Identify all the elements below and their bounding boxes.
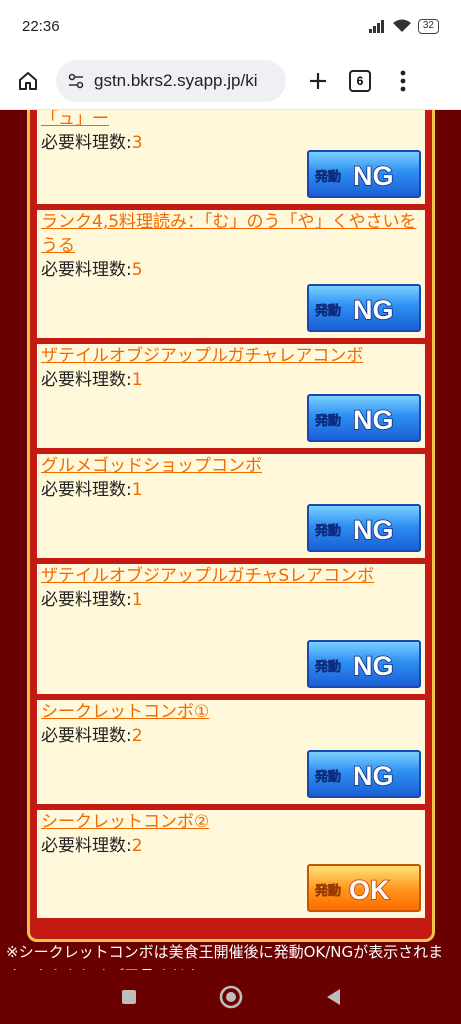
activation-ng-badge: 発動 NG — [307, 640, 421, 688]
activation-ng-badge: 発動 NG — [307, 284, 421, 332]
badge-status-text: NG — [353, 761, 394, 791]
badge-graphic: 発動 NG — [314, 514, 395, 546]
combo-list-frame: 「ュ」ー 必要料理数:3 発動 NG ランク4,5料理読み：「む」のう「や」くやさいをう… — [27, 110, 435, 942]
required-dish-label: 必要料理数: — [41, 480, 132, 500]
status-icons: 32 — [368, 18, 439, 34]
badge-status-text: NG — [353, 651, 394, 681]
badge-prefix-text: 発動 — [314, 523, 341, 539]
combo-card: シークレットコンボ① 必要料理数:2 発動 NG — [35, 698, 427, 806]
badge-prefix-text: 発動 — [314, 769, 341, 785]
site-settings-icon[interactable] — [66, 71, 86, 91]
browser-toolbar: gstn.bkrs2.syapp.jp/ki 6 — [0, 52, 461, 110]
badge-prefix-text: 発動 — [314, 413, 341, 429]
wifi-icon — [392, 19, 411, 32]
badge-status-text: NG — [353, 295, 394, 325]
badge-graphic: 発動 NG — [314, 404, 395, 436]
badge-prefix-text: 発動 — [314, 169, 341, 185]
status-bar: 22:36 32 — [0, 0, 461, 52]
required-dish-count: 必要料理数:2 — [37, 724, 425, 748]
combo-title-link[interactable]: シークレットコンボ① — [37, 700, 425, 724]
required-dish-number: 5 — [131, 260, 143, 280]
plus-icon — [310, 72, 326, 89]
required-dish-number: 1 — [131, 370, 143, 390]
secret-combo-note: ※シークレットコンボは美食王開催後に発動OK/NGが表示されます。あらかじめご了… — [6, 943, 444, 970]
combo-title-link[interactable]: ザテイルオブジアップルガチャSレアコンボ — [37, 564, 425, 588]
required-dish-label: 必要料理数: — [41, 836, 132, 856]
required-dish-count: 必要料理数:1 — [37, 478, 425, 502]
badge-prefix-text: 発動 — [314, 303, 341, 319]
combo-title-link[interactable]: 「ュ」ー — [37, 110, 425, 131]
badge-graphic: 発動 NG — [314, 760, 395, 792]
required-dish-label: 必要料理数: — [41, 370, 132, 390]
url-text: gstn.bkrs2.syapp.jp/ki — [94, 70, 258, 90]
required-dish-number: 1 — [131, 480, 143, 500]
system-nav-bar — [0, 970, 461, 1024]
activation-ok-badge: 発動 OK — [307, 864, 421, 912]
home-button[interactable] — [10, 63, 46, 99]
required-dish-label: 必要料理数: — [41, 590, 132, 610]
combo-title-link[interactable]: グルメゴッドショップコンボ — [37, 454, 425, 478]
signal-icon — [368, 20, 384, 33]
combo-card: グルメゴッドショップコンボ 必要料理数:1 発動 NG — [35, 452, 427, 560]
home-icon — [19, 71, 37, 90]
activation-ng-badge: 発動 NG — [307, 394, 421, 442]
activation-ng-badge: 発動 NG — [307, 504, 421, 552]
combo-card: シークレットコンボ② 必要料理数:2 発動 OK — [35, 808, 427, 920]
required-dish-count: 必要料理数:1 — [37, 588, 425, 612]
required-dish-count: 必要料理数:1 — [37, 368, 425, 392]
badge-graphic: 発動 NG — [314, 160, 395, 192]
badge-status-text: OK — [349, 875, 390, 905]
new-tab-button[interactable] — [300, 63, 336, 99]
required-dish-number: 2 — [131, 726, 143, 746]
home-circle-icon[interactable] — [218, 984, 244, 1010]
combo-title-link[interactable]: ザテイルオブジアップルガチャレアコンボ — [37, 344, 425, 368]
browser-menu-button[interactable] — [388, 63, 418, 99]
battery-indicator: 32 — [417, 18, 439, 34]
combo-card: ザテイルオブジアップルガチャSレアコンボ 必要料理数:1 発動 NG — [35, 562, 427, 696]
badge-graphic: 発動 NG — [314, 650, 395, 682]
tab-switcher-button[interactable]: 6 — [342, 63, 378, 99]
badge-graphic: 発動 NG — [314, 294, 395, 326]
required-dish-number: 1 — [131, 590, 143, 610]
required-dish-number: 3 — [131, 133, 143, 153]
combo-card: 「ュ」ー 必要料理数:3 発動 NG — [35, 110, 427, 206]
combo-card: ランク4,5料理読み：「む」のう「や」くやさいをうる 必要料理数:5 発動 NG — [35, 208, 427, 340]
required-dish-count: 必要料理数:2 — [37, 834, 425, 858]
badge-prefix-text: 発動 — [314, 659, 341, 675]
required-dish-label: 必要料理数: — [41, 726, 132, 746]
combo-title-link[interactable]: シークレットコンボ② — [37, 810, 425, 834]
required-dish-count: 必要料理数:5 — [37, 258, 425, 282]
required-dish-label: 必要料理数: — [41, 260, 132, 280]
activation-ng-badge: 発動 NG — [307, 750, 421, 798]
badge-status-text: NG — [353, 405, 394, 435]
badge-status-text: NG — [353, 161, 394, 191]
required-dish-label: 必要料理数: — [41, 133, 132, 153]
activation-ng-badge: 発動 NG — [307, 150, 421, 198]
combo-card: ザテイルオブジアップルガチャレアコンボ 必要料理数:1 発動 NG — [35, 342, 427, 450]
required-dish-number: 2 — [131, 836, 143, 856]
badge-prefix-text: 発動 — [314, 883, 341, 899]
status-time: 22:36 — [22, 17, 60, 35]
combo-title-link[interactable]: ランク4,5料理読み：「む」のう「や」くやさいをうる — [37, 210, 425, 258]
tab-count: 6 — [349, 69, 371, 92]
more-vert-icon — [400, 70, 406, 91]
back-icon[interactable] — [324, 987, 342, 1007]
address-bar[interactable]: gstn.bkrs2.syapp.jp/ki — [56, 59, 286, 102]
page-content: 「ュ」ー 必要料理数:3 発動 NG ランク4,5料理読み：「む」のう「や」くやさいをう… — [0, 110, 461, 970]
badge-graphic: 発動 OK — [314, 874, 391, 906]
recents-icon[interactable] — [120, 988, 138, 1006]
badge-status-text: NG — [353, 515, 394, 545]
